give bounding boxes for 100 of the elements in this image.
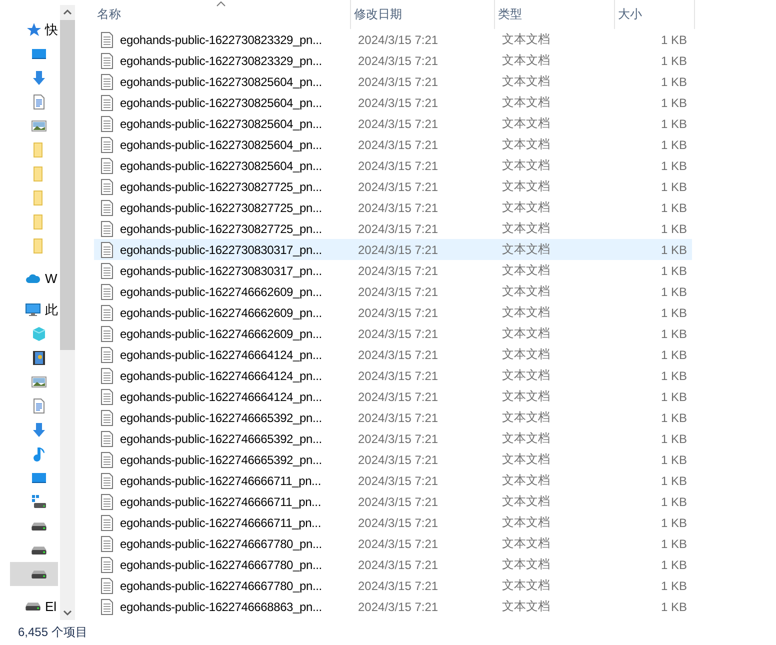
file-row[interactable]: egohands-public-1622746666711_pn... 2024/3/15 7:21 文本文档 1 KB [94, 512, 692, 533]
text-file-icon [100, 94, 114, 110]
file-size: 1 KB [660, 138, 688, 152]
file-type: 文本文档 [501, 31, 551, 48]
file-row[interactable]: egohands-public-1622746668863_pn... 2024/3/15 7:21 文本文档 1 KB [94, 596, 692, 617]
file-name: egohands-public-1622746667780_pn... [120, 578, 322, 592]
file-row[interactable]: egohands-public-1622746664124_pn... 2024/3/15 7:21 文本文档 1 KB [94, 386, 692, 407]
file-name: egohands-public-1622746667780_pn... [120, 536, 322, 550]
modified-date: 2024/3/15 7:21 [357, 348, 440, 362]
file-row[interactable]: egohands-public-1622746667780_pn... 2024/3/15 7:21 文本文档 1 KB [94, 554, 692, 575]
file-type: 文本文档 [501, 472, 551, 489]
file-row[interactable]: egohands-public-1622746665392_pn... 2024/3/15 7:21 文本文档 1 KB [94, 428, 692, 449]
cube-icon [31, 326, 47, 342]
file-row[interactable]: egohands-public-1622730825604_pn... 2024/3/15 7:21 文本文档 1 KB [94, 155, 692, 176]
file-row[interactable]: egohands-public-1622746664124_pn... 2024/3/15 7:21 文本文档 1 KB [94, 365, 692, 386]
file-row[interactable]: egohands-public-1622730825604_pn... 2024/3/15 7:21 文本文档 1 KB [94, 134, 692, 155]
file-row[interactable]: egohands-public-1622730830317_pn... 2024/3/15 7:21 文本文档 1 KB [94, 260, 692, 281]
text-file-icon [100, 304, 114, 320]
text-file-icon [100, 368, 114, 384]
file-name: egohands-public-1622730825604_pn... [120, 116, 322, 130]
modified-date: 2024/3/15 7:21 [357, 96, 440, 110]
file-size: 1 KB [660, 536, 688, 550]
text-file-icon [100, 430, 114, 446]
file-type: 文本文档 [501, 430, 551, 447]
file-row[interactable]: egohands-public-1622746667780_pn... 2024/3/15 7:21 文本文档 1 KB [94, 575, 692, 596]
column-header[interactable]: 大小 [615, 0, 695, 29]
column-header[interactable]: 修改日期 [351, 0, 495, 29]
file-size: 1 KB [660, 222, 688, 236]
file-row[interactable]: egohands-public-1622730825604_pn... 2024/3/15 7:21 文本文档 1 KB [94, 71, 692, 92]
file-type: 文本文档 [501, 283, 551, 300]
file-row[interactable]: egohands-public-1622730825604_pn... 2024/3/15 7:21 文本文档 1 KB [94, 92, 692, 113]
file-type: 文本文档 [501, 94, 551, 111]
text-file-icon [100, 598, 114, 614]
column-header[interactable]: 名称 [94, 0, 351, 29]
file-name: egohands-public-1622730827725_pn... [120, 180, 322, 194]
text-file-icon [100, 136, 114, 152]
file-row[interactable]: egohands-public-1622746665392_pn... 2024/3/15 7:21 文本文档 1 KB [94, 449, 692, 470]
file-type: 文本文档 [501, 304, 551, 321]
file-row[interactable]: egohands-public-1622730827725_pn... 2024/3/15 7:21 文本文档 1 KB [94, 176, 692, 197]
file-name: egohands-public-1622730825604_pn... [120, 74, 322, 88]
file-row[interactable]: egohands-public-1622746666711_pn... 2024/3/15 7:21 文本文档 1 KB [94, 470, 692, 491]
scrollbar[interactable] [60, 5, 75, 620]
text-file-icon [100, 388, 114, 404]
file-name: egohands-public-1622746665392_pn... [120, 452, 322, 466]
text-file-icon [100, 472, 114, 488]
file-name: egohands-public-1622730830317_pn... [120, 264, 322, 278]
scrollbar-thumb[interactable] [60, 20, 75, 350]
file-row[interactable]: egohands-public-1622746665392_pn... 2024/3/15 7:21 文本文档 1 KB [94, 407, 692, 428]
file-name: egohands-public-1622730825604_pn... [120, 138, 322, 152]
file-size: 1 KB [660, 200, 688, 214]
file-name: egohands-public-1622746666711_pn... [120, 516, 321, 530]
file-name: egohands-public-1622746664124_pn... [120, 348, 322, 362]
file-row[interactable]: egohands-public-1622730830317_pn... 2024/3/15 7:21 文本文档 1 KB [94, 239, 692, 260]
text-file-icon [100, 284, 114, 300]
column-header[interactable]: 类型 [495, 0, 615, 29]
file-row[interactable]: egohands-public-1622730823329_pn... 2024/3/15 7:21 文本文档 1 KB [94, 29, 692, 50]
file-size: 1 KB [660, 32, 688, 46]
text-file-icon [100, 326, 114, 342]
picture-icon [31, 118, 47, 134]
file-name: egohands-public-1622730825604_pn... [120, 158, 322, 172]
file-name: egohands-public-1622746668863_pn... [120, 600, 322, 614]
text-file-icon [100, 262, 114, 278]
nav-item[interactable]: W [10, 266, 58, 290]
nav-item[interactable]: El [10, 594, 58, 618]
modified-date: 2024/3/15 7:21 [357, 264, 440, 278]
system-drive-icon [31, 494, 47, 510]
file-row[interactable]: egohands-public-1622746662609_pn... 2024/3/15 7:21 文本文档 1 KB [94, 281, 692, 302]
nav-label: W [45, 270, 58, 286]
nav-item[interactable] [10, 562, 58, 586]
file-type: 文本文档 [501, 241, 551, 258]
drive-icon [31, 522, 47, 530]
file-row[interactable]: egohands-public-1622730825604_pn... 2024/3/15 7:21 文本文档 1 KB [94, 113, 692, 134]
text-file-icon [100, 200, 114, 216]
file-size: 1 KB [660, 578, 688, 592]
file-size: 1 KB [660, 600, 688, 614]
drive-icon [31, 546, 47, 554]
text-file-icon [100, 178, 114, 194]
file-row[interactable]: egohands-public-1622730823329_pn... 2024/3/15 7:21 文本文档 1 KB [94, 50, 692, 71]
modified-date: 2024/3/15 7:21 [357, 138, 440, 152]
file-type: 文本文档 [501, 451, 551, 468]
file-row[interactable]: egohands-public-1622746662609_pn... 2024/3/15 7:21 文本文档 1 KB [94, 323, 692, 344]
file-name: egohands-public-1622746665392_pn... [120, 410, 322, 424]
file-row[interactable]: egohands-public-1622730827725_pn... 2024/3/15 7:21 文本文档 1 KB [94, 218, 692, 239]
modified-date: 2024/3/15 7:21 [357, 536, 440, 550]
file-size: 1 KB [660, 158, 688, 172]
file-row[interactable]: egohands-public-1622746667780_pn... 2024/3/15 7:21 文本文档 1 KB [94, 533, 692, 554]
file-row[interactable]: egohands-public-1622746666711_pn... 2024/3/15 7:21 文本文档 1 KB [94, 491, 692, 512]
file-row[interactable]: egohands-public-1622730827725_pn... 2024/3/15 7:21 文本文档 1 KB [94, 197, 692, 218]
file-type: 文本文档 [501, 598, 551, 615]
file-size: 1 KB [660, 116, 688, 130]
file-row[interactable]: egohands-public-1622746662609_pn... 2024/3/15 7:21 文本文档 1 KB [94, 302, 692, 323]
nav-item[interactable]: 此 [10, 298, 58, 322]
text-file-icon [100, 514, 114, 530]
file-size: 1 KB [660, 432, 688, 446]
file-name: egohands-public-1622746667780_pn... [120, 558, 322, 572]
modified-date: 2024/3/15 7:21 [357, 32, 440, 46]
file-type: 文本文档 [501, 325, 551, 342]
file-row[interactable]: egohands-public-1622746664124_pn... 2024/3/15 7:21 文本文档 1 KB [94, 344, 692, 365]
nav-item[interactable]: 快 [10, 18, 58, 42]
file-type: 文本文档 [501, 388, 551, 405]
